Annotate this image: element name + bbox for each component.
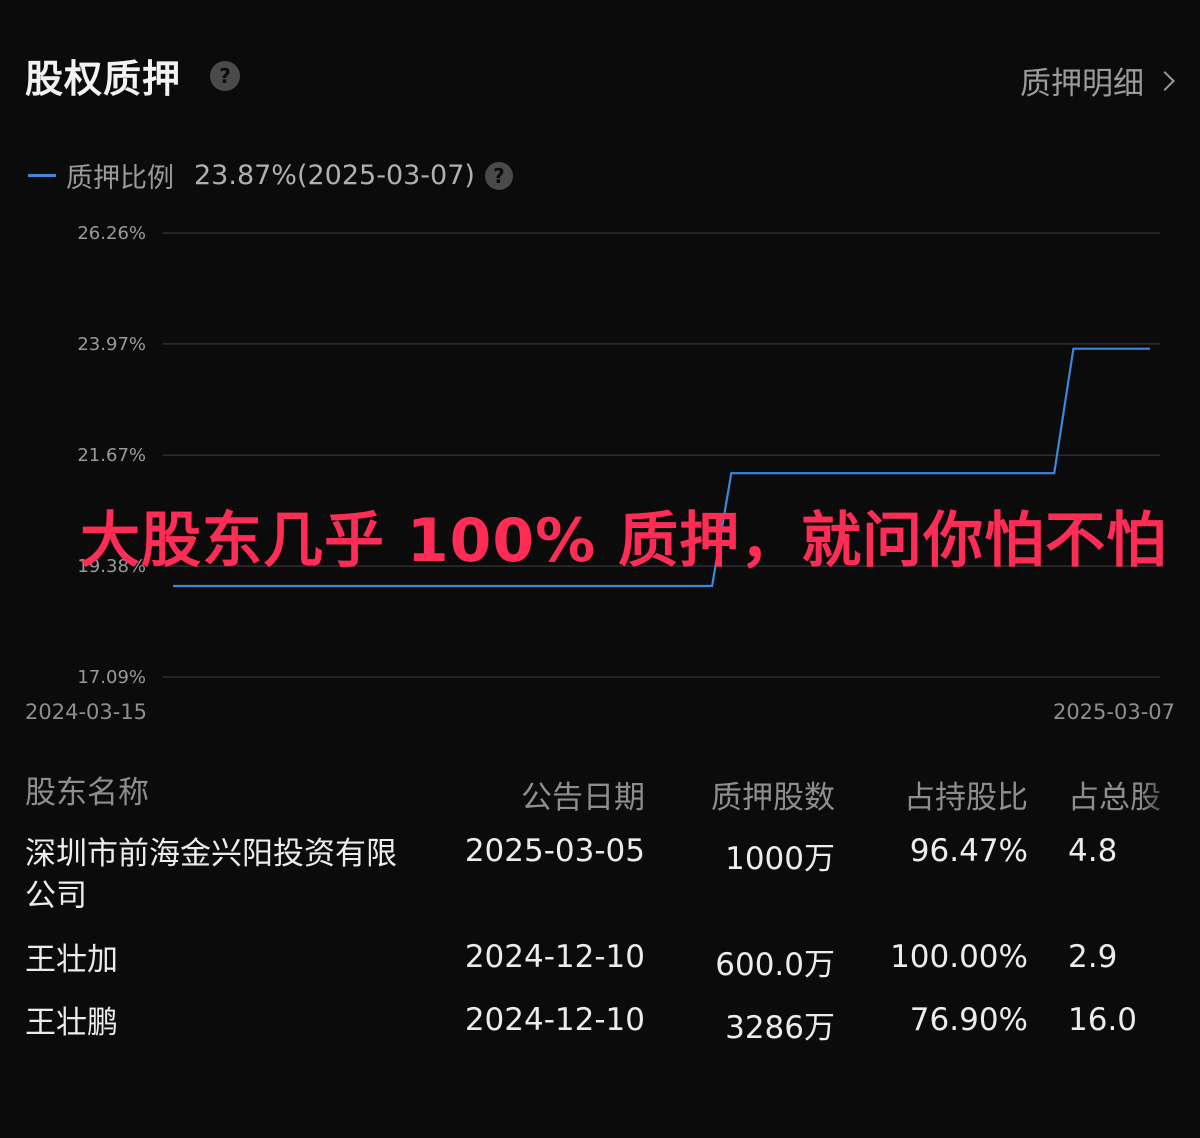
pledge-page: { "header": { "title": "股权质押", "help_ico… xyxy=(0,0,1200,1138)
chart-legend: 质押比例 23.87%(2025-03-07) ? xyxy=(28,156,513,195)
row-pct-held: 100.00% xyxy=(890,939,1028,975)
x-tick-label: 2025-03-07 xyxy=(1053,700,1175,724)
page-title: 股权质押 xyxy=(25,57,182,101)
col-header-pct-held: 占持股比 xyxy=(904,780,1028,816)
y-tick-label: 23.97% xyxy=(77,334,146,355)
y-tick-label: 17.09% xyxy=(77,667,146,688)
row-date: 2025-03-05 xyxy=(464,833,645,869)
row-shares: 3286万 xyxy=(725,1010,835,1046)
col-header-name: 股东名称 xyxy=(25,775,149,811)
overlay-caption: 大股东几乎 100% 质押，就问你怕不怕 xyxy=(80,506,1168,576)
row-pct-held: 76.90% xyxy=(909,1002,1028,1038)
pledge-detail-link[interactable]: 质押明细 xyxy=(1020,58,1175,103)
pledge-ratio-chart: 26.26%23.97%21.67%19.38%17.09%2024-03-15… xyxy=(25,223,1175,724)
row-name: 深圳市前海金兴阳投资有限公司 xyxy=(25,836,397,914)
row-name: 王壮加 xyxy=(25,942,118,978)
x-tick-label: 2024-03-15 xyxy=(25,700,147,724)
chevron-right-icon xyxy=(1155,70,1175,91)
row-date: 2024-12-10 xyxy=(464,1002,645,1038)
row-shares: 1000万 xyxy=(725,841,835,877)
row-pct-held: 96.47% xyxy=(909,833,1028,869)
y-tick-label: 26.26% xyxy=(77,223,146,244)
legend-series-name: 质押比例 xyxy=(66,163,174,194)
help-icon[interactable]: ? xyxy=(210,61,240,91)
col-header-date: 公告日期 xyxy=(521,780,645,816)
row-date: 2024-12-10 xyxy=(464,939,645,975)
pledge-detail-label: 质押明细 xyxy=(1020,66,1144,102)
col-header-shares: 质押股数 xyxy=(711,780,835,816)
row-shares: 600.0万 xyxy=(715,947,835,983)
legend-swatch xyxy=(28,174,56,177)
legend-current-value: 23.87%(2025-03-07) xyxy=(194,160,475,191)
row-name: 王壮鹏 xyxy=(25,1005,118,1041)
legend-help-icon[interactable]: ? xyxy=(484,161,513,190)
horizontal-scroll-fade xyxy=(1140,760,1200,1060)
y-tick-label: 21.67% xyxy=(77,445,146,466)
